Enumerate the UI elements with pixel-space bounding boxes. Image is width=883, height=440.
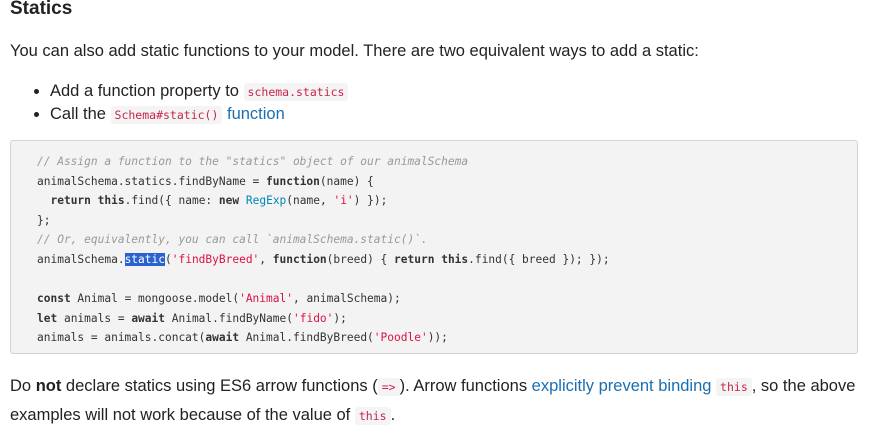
inline-code-this: this bbox=[716, 378, 752, 396]
inline-code-arrow: => bbox=[377, 378, 400, 396]
code-line-3: return this.find({ name: new RegExp(name… bbox=[50, 194, 388, 208]
outro-text: declare statics using ES6 arrow function… bbox=[61, 377, 378, 395]
outro-text: . bbox=[390, 406, 396, 424]
outro-strong-not: not bbox=[35, 377, 62, 395]
bullet-list: Add a function property to schema.static… bbox=[30, 80, 349, 126]
function-link[interactable]: function bbox=[227, 105, 285, 123]
bullet-item-static-function: Call the Schema#static() function bbox=[50, 103, 348, 126]
code-content: // Assign a function to the "statics" ob… bbox=[11, 141, 857, 348]
section-heading: Statics bbox=[10, 0, 73, 19]
explicitly-prevent-binding-link[interactable]: explicitly prevent binding bbox=[532, 377, 712, 395]
code-line-10: animals = animals.concat(await Animal.fi… bbox=[37, 331, 448, 345]
code-line-1: // Assign a function to the "statics" ob… bbox=[37, 155, 469, 168]
intro-paragraph: You can also add static functions to you… bbox=[10, 42, 699, 60]
bullet-text: Add a function property to bbox=[50, 82, 244, 100]
outro-text: Do bbox=[10, 377, 36, 395]
code-line-5: // Or, equivalently, you can call `anima… bbox=[37, 233, 428, 247]
outro-text: ). Arrow functions bbox=[399, 377, 532, 395]
outro-paragraph: Do not declare statics using ES6 arrow f… bbox=[10, 372, 870, 430]
selected-text: static bbox=[124, 252, 165, 266]
code-line-2: animalSchema.statics.findByName = functi… bbox=[37, 174, 374, 188]
bullet-text: Call the bbox=[50, 105, 111, 123]
code-line-8: const Animal = mongoose.model('Animal', … bbox=[37, 292, 401, 306]
code-line-6: animalSchema.static('findByBreed', funct… bbox=[37, 252, 610, 266]
inline-code-schema-statics: schema.statics bbox=[243, 83, 349, 101]
bullet-item-statics: Add a function property to schema.static… bbox=[50, 80, 349, 103]
inline-code-this: this bbox=[354, 407, 391, 425]
code-line-9: let animals = await Animal.findByName('f… bbox=[37, 311, 347, 325]
code-block: // Assign a function to the "statics" ob… bbox=[10, 140, 858, 354]
inline-code-schema-static: Schema#static() bbox=[110, 106, 223, 124]
code-line-4: }; bbox=[37, 213, 51, 227]
